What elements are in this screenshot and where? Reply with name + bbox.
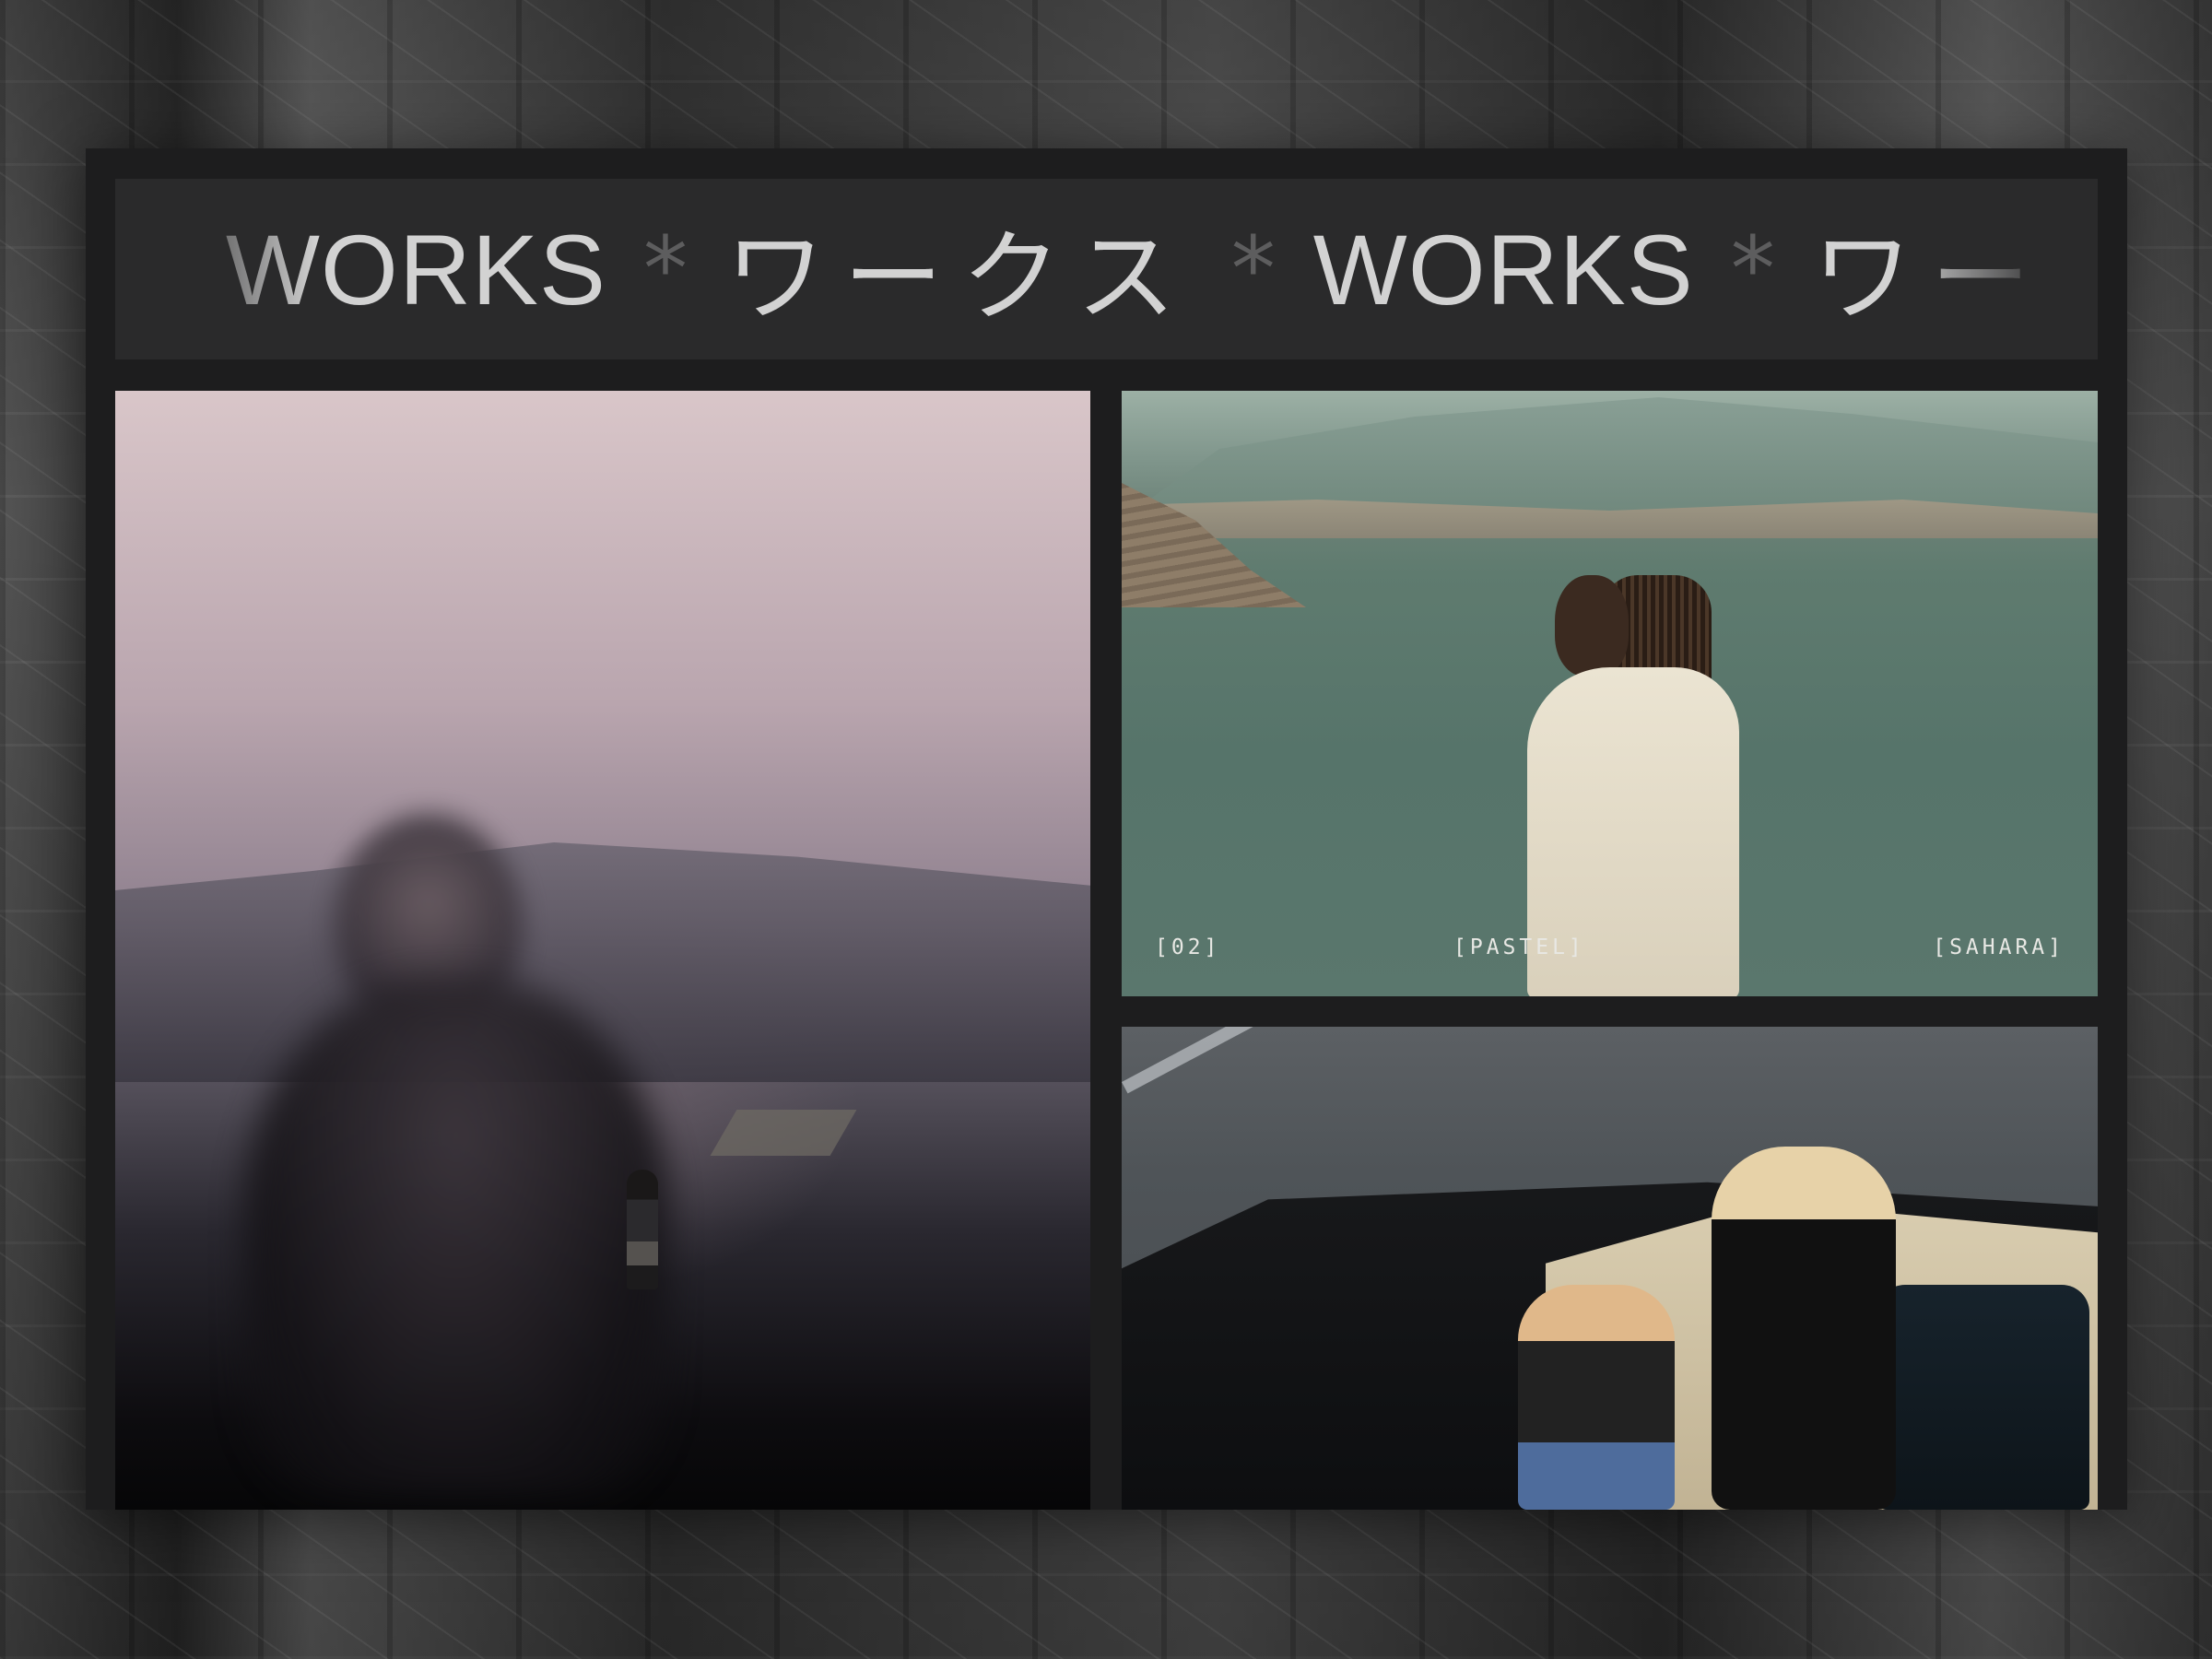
marquee-track: WORKS * ワークス * WORKS * ワークス (115, 179, 2098, 359)
star-icon: * (643, 218, 689, 321)
photo-head (1555, 575, 1629, 677)
photo-bag (1877, 1285, 2089, 1510)
photo-caption-location: [SAHARA] (1933, 935, 2065, 959)
marquee-word: WORKS (1312, 213, 1694, 325)
marquee-word: WORKS (226, 213, 607, 325)
marquee-word-jp: ワークス (1812, 220, 2098, 335)
photo-person-driver (1518, 1285, 1675, 1510)
photo-sign (710, 1110, 857, 1156)
photo-person-blonde (1712, 1147, 1896, 1510)
gallery-photo-convertible[interactable] (1122, 1027, 2098, 1510)
works-marquee-banner: WORKS * ワークス * WORKS * ワークス (115, 179, 2098, 359)
photo-caption-index: [02] (1155, 935, 1221, 959)
photo-caption-style: [PASTEL] (1453, 935, 1585, 959)
photo-blurred-body (244, 981, 668, 1497)
star-icon: * (1730, 218, 1776, 321)
gallery-photo-blurred-portrait[interactable] (115, 391, 1090, 1510)
photo-distant-person (627, 1170, 658, 1289)
photo-mountains (1122, 397, 2098, 520)
gallery-photo-lake-portrait[interactable]: [02] [PASTEL] [SAHARA] (1122, 391, 2098, 996)
works-panel: WORKS * ワークス * WORKS * ワークス [02] [PASTEL… (86, 148, 2127, 1510)
marquee-word-jp: ワークス (725, 220, 1194, 335)
star-icon: * (1230, 218, 1277, 321)
